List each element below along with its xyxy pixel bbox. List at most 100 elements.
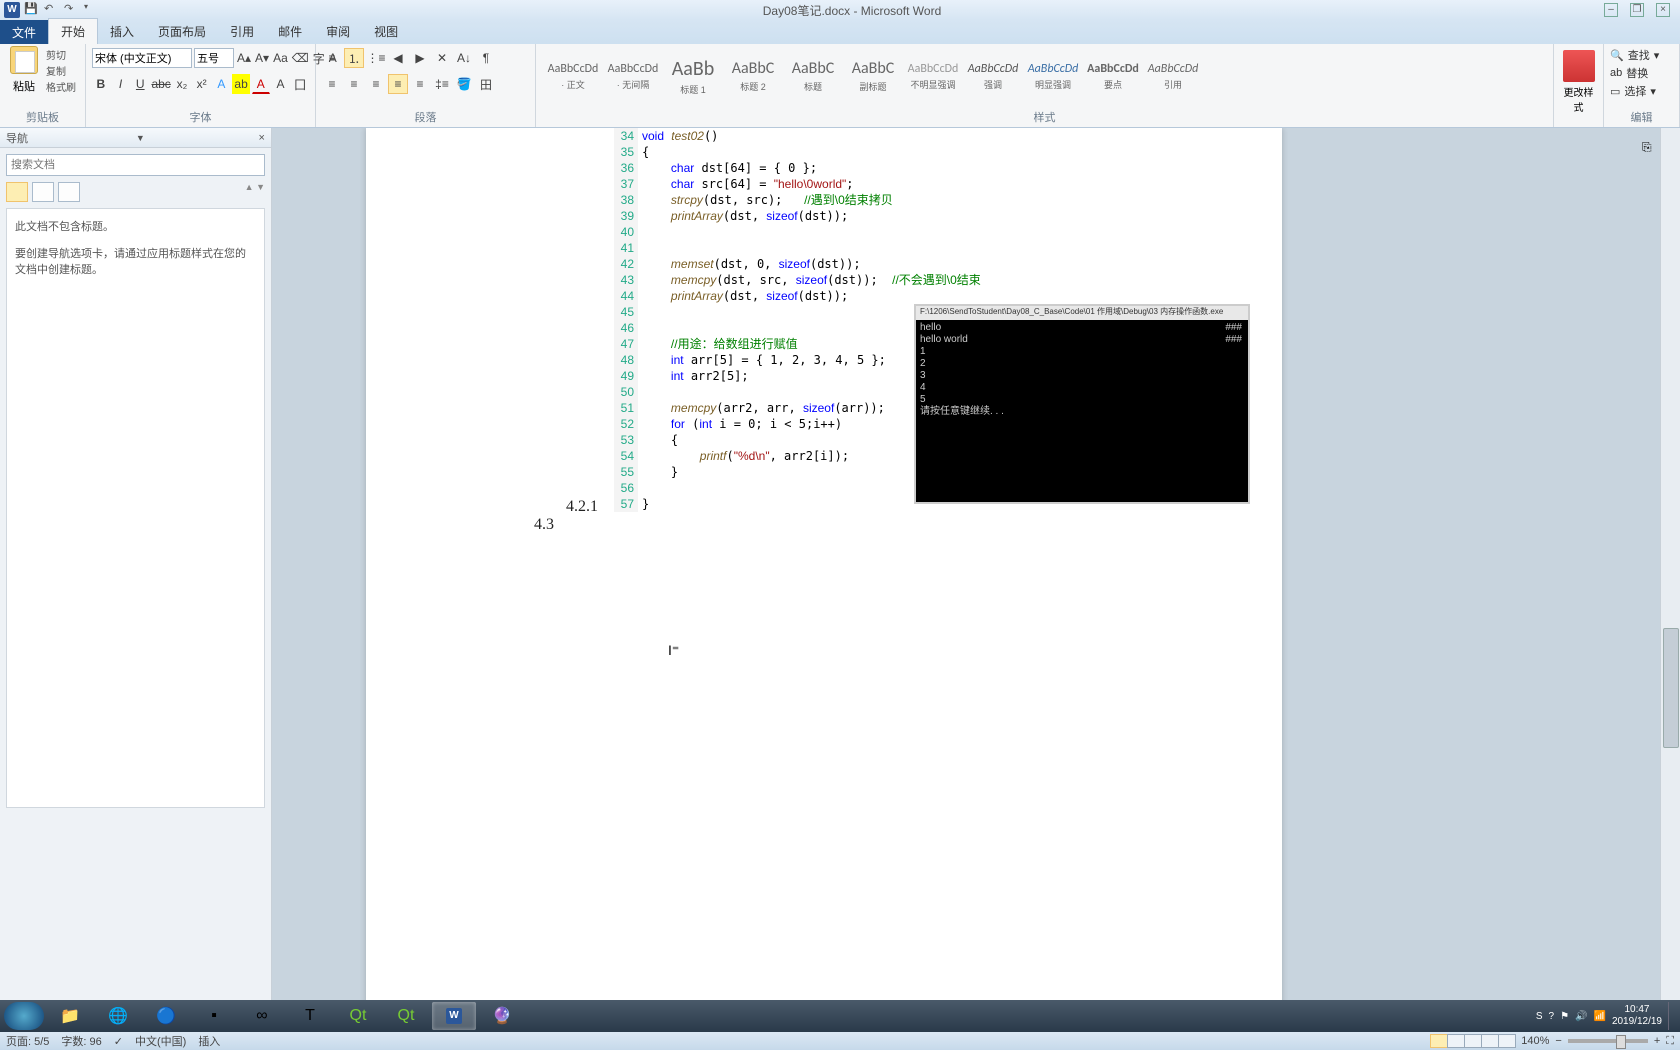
close-button[interactable]: × [1656, 3, 1670, 17]
taskbar-explorer[interactable]: 📁 [48, 1002, 92, 1030]
select-button[interactable]: ▭ 选择 ▾ [1610, 82, 1673, 100]
taskbar-sublime[interactable]: ▪ [192, 1002, 236, 1030]
multilevel-icon[interactable]: ⋮≡ [366, 48, 386, 68]
style-item[interactable]: AaBbCcDd要点 [1084, 48, 1142, 104]
taskbar-app-blue[interactable]: 🔵 [144, 1002, 188, 1030]
tab-home[interactable]: 开始 [48, 18, 98, 44]
show-desktop[interactable] [1668, 1002, 1676, 1030]
nav-search-input[interactable] [6, 154, 265, 176]
show-marks-icon[interactable]: ¶ [476, 48, 496, 68]
taskbar-qt2[interactable]: Qt [384, 1002, 428, 1030]
sort-icon[interactable]: A↓ [454, 48, 474, 68]
copy-button[interactable]: 复制 [46, 63, 76, 78]
object-anchor-icon[interactable]: ⎘ [1642, 140, 1658, 156]
tab-insert[interactable]: 插入 [98, 19, 146, 44]
line-spacing-icon[interactable]: ‡≡ [432, 74, 452, 94]
replace-button[interactable]: ab 替换 [1610, 64, 1673, 82]
tray-ime-icon[interactable]: S [1536, 1011, 1543, 1022]
vertical-scrollbar[interactable] [1660, 128, 1680, 1032]
bold-button[interactable]: B [92, 74, 110, 94]
style-item[interactable]: AaBbCcDd不明显强调 [904, 48, 962, 104]
status-words[interactable]: 字数: 96 [61, 1033, 101, 1049]
increase-indent-icon[interactable]: ▶ [410, 48, 430, 68]
status-page[interactable]: 页面: 5/5 [6, 1033, 49, 1049]
taskbar-vs[interactable]: ∞ [240, 1002, 284, 1030]
file-tab[interactable]: 文件 [0, 20, 48, 44]
restore-button[interactable]: ❐ [1630, 3, 1644, 17]
view-print-layout[interactable] [1430, 1034, 1448, 1048]
font-color-icon[interactable]: A [252, 74, 270, 94]
taskbar-chrome[interactable]: 🌐 [96, 1002, 140, 1030]
status-mode[interactable]: 插入 [198, 1033, 220, 1049]
superscript-button[interactable]: x² [193, 74, 211, 94]
save-icon[interactable]: 💾 [24, 2, 40, 18]
style-item[interactable]: AaBbCcDd明显强调 [1024, 48, 1082, 104]
bullets-icon[interactable]: ≡ [322, 48, 342, 68]
minimize-button[interactable]: – [1604, 3, 1618, 17]
taskbar-browser[interactable]: 🔮 [480, 1002, 524, 1030]
paste-button[interactable]: 粘贴 [6, 46, 42, 94]
tab-layout[interactable]: 页面布局 [146, 19, 218, 44]
italic-button[interactable]: I [112, 74, 130, 94]
cut-button[interactable]: 剪切 [46, 47, 76, 62]
view-draft[interactable] [1498, 1034, 1516, 1048]
nav-close-icon[interactable]: × [259, 132, 265, 144]
zoom-out-icon[interactable]: − [1555, 1035, 1561, 1047]
strike-button[interactable]: abc [151, 74, 171, 94]
tray-flag-icon[interactable]: ⚑ [1560, 1011, 1569, 1022]
subscript-button[interactable]: x₂ [173, 74, 191, 94]
char-shading-icon[interactable]: A [272, 74, 290, 94]
grow-font-icon[interactable]: A▴ [236, 48, 252, 68]
font-size-select[interactable] [194, 48, 234, 68]
style-item[interactable]: AaBbCcDd· 正文 [544, 48, 602, 104]
nav-tab-results[interactable] [58, 182, 80, 202]
numbering-icon[interactable]: ⒈ [344, 48, 364, 68]
highlight-icon[interactable]: ab [232, 74, 250, 94]
shading-icon[interactable]: 🪣 [454, 74, 474, 94]
nav-tab-arrows[interactable]: ▲ ▼ [245, 182, 265, 202]
taskbar-qt1[interactable]: Qt [336, 1002, 380, 1030]
clear-format-icon[interactable]: ⌫ [291, 48, 310, 68]
view-web[interactable] [1464, 1034, 1482, 1048]
status-proof-icon[interactable]: ✓ [114, 1035, 123, 1048]
borders-icon[interactable]: 田 [476, 74, 496, 94]
undo-icon[interactable]: ↶ [44, 2, 60, 18]
qat-more-icon[interactable]: ▾ [84, 2, 100, 18]
zoom-in-icon[interactable]: + [1654, 1035, 1660, 1047]
shrink-font-icon[interactable]: A▾ [254, 48, 270, 68]
style-item[interactable]: AaBbC标题 [784, 48, 842, 104]
styles-gallery[interactable]: AaBbCcDd· 正文AaBbCcDd· 无间隔AaBb标题 1AaBbC标题… [542, 46, 1547, 106]
status-language[interactable]: 中文(中国) [135, 1033, 186, 1049]
nav-tab-pages[interactable] [32, 182, 54, 202]
style-item[interactable]: AaBbCcDd强调 [964, 48, 1022, 104]
tray-network-icon[interactable]: 📶 [1593, 1011, 1605, 1022]
zoom-fit-icon[interactable]: ⛶ [1666, 1035, 1674, 1048]
nav-tab-headings[interactable] [6, 182, 28, 202]
tab-mailings[interactable]: 邮件 [266, 19, 314, 44]
format-painter-button[interactable]: 格式刷 [46, 79, 76, 94]
tab-references[interactable]: 引用 [218, 19, 266, 44]
zoom-slider[interactable] [1568, 1039, 1648, 1043]
zoom-level[interactable]: 140% [1521, 1035, 1549, 1047]
justify-icon[interactable]: ≡ [388, 74, 408, 94]
taskbar-text[interactable]: T [288, 1002, 332, 1030]
style-item[interactable]: AaBbCcDd· 无间隔 [604, 48, 662, 104]
font-name-select[interactable] [92, 48, 192, 68]
align-center-icon[interactable]: ≡ [344, 74, 364, 94]
tray-clock[interactable]: 10:47 2019/12/19 [1612, 1004, 1662, 1028]
style-item[interactable]: AaBbCcDd引用 [1144, 48, 1202, 104]
view-outline[interactable] [1481, 1034, 1499, 1048]
redo-icon[interactable]: ↷ [64, 2, 80, 18]
scrollbar-thumb[interactable] [1663, 628, 1679, 748]
start-button[interactable] [4, 1002, 44, 1030]
taskbar-word[interactable]: W [432, 1002, 476, 1030]
distribute-icon[interactable]: ≡ [410, 74, 430, 94]
change-case-icon[interactable]: Aa [272, 48, 289, 68]
style-item[interactable]: AaBbC副标题 [844, 48, 902, 104]
document-area[interactable]: 3435363738394041424344454647484950515253… [272, 128, 1660, 1032]
underline-button[interactable]: U [131, 74, 149, 94]
nav-dropdown-icon[interactable]: ▼ [136, 133, 145, 143]
align-right-icon[interactable]: ≡ [366, 74, 386, 94]
align-left-icon[interactable]: ≡ [322, 74, 342, 94]
tab-review[interactable]: 审阅 [314, 19, 362, 44]
